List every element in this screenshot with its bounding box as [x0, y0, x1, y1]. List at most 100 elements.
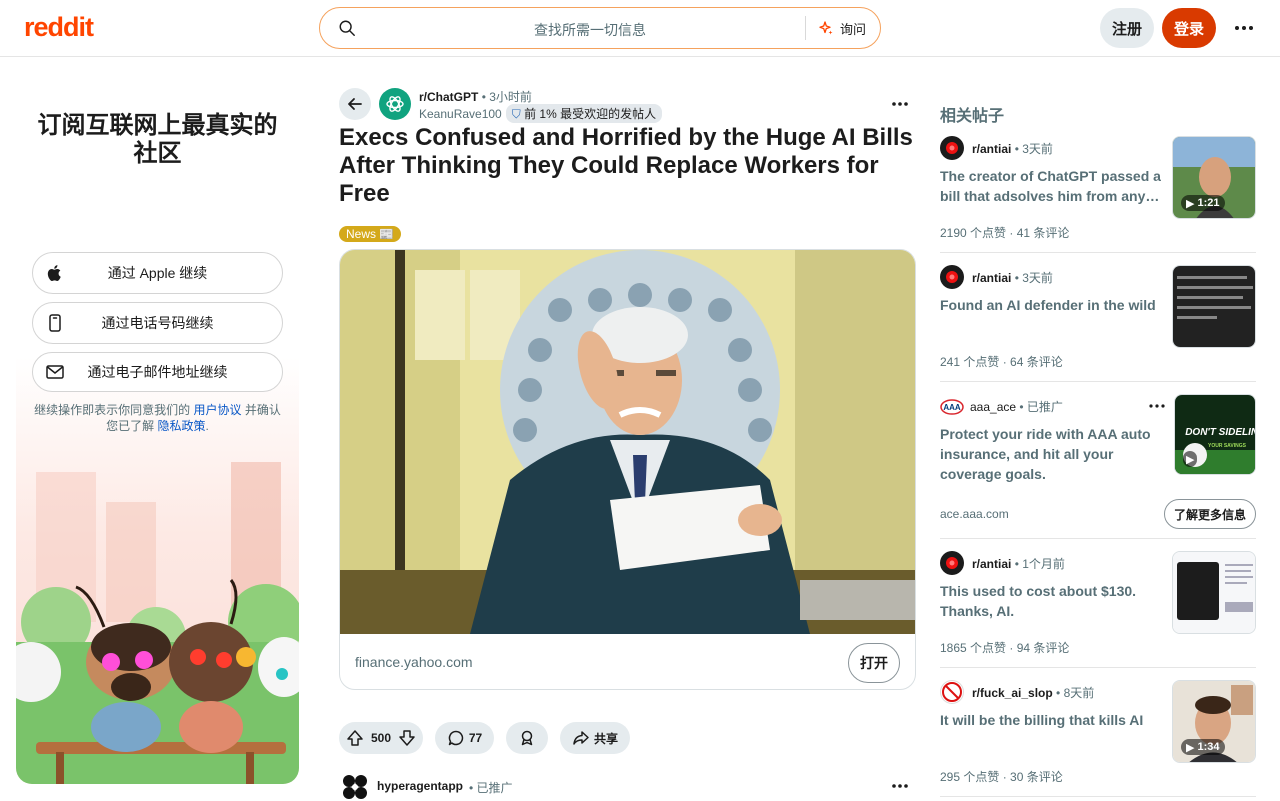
related-post[interactable]: r/antiai • 1个月前 This used to cost about …: [940, 551, 1256, 661]
ad-thumbnail[interactable]: DON'T SIDELINE YOUR SAVINGS ▶: [1174, 394, 1256, 475]
top-bar: reddit 查找所需一切信息 询问 注册 登录: [0, 0, 1280, 57]
video-duration: 1:21: [1197, 197, 1220, 209]
link-card[interactable]: finance.yahoo.com 打开: [339, 249, 916, 690]
share-button[interactable]: 共享: [560, 722, 630, 754]
subreddit-avatar: [940, 680, 964, 704]
promoted-post-tag: 已推广: [476, 781, 513, 795]
related-post-thumbnail[interactable]: [1172, 265, 1256, 348]
phone-continue-button[interactable]: 通过电话号码继续: [32, 302, 283, 344]
post-more-icon[interactable]: [888, 96, 912, 112]
related-post-comments: 64 条评论: [1010, 355, 1063, 369]
related-posts-title: 相关帖子: [940, 108, 1005, 125]
related-post-title[interactable]: This used to cost about $130. Thanks, AI…: [940, 581, 1162, 621]
subreddit-avatar: [940, 136, 964, 160]
ask-label: 询问: [840, 21, 867, 37]
search-icon: [339, 20, 355, 36]
more-options-icon[interactable]: [1232, 18, 1256, 38]
award-button[interactable]: [506, 722, 548, 754]
video-duration-badge: ▶ 1:21: [1181, 195, 1225, 211]
svg-text:AAA: AAA: [943, 403, 961, 412]
subreddit-avatar: [940, 551, 964, 575]
related-post-title[interactable]: Found an AI defender in the wild: [940, 295, 1162, 315]
related-post-upvotes: 1865 个点赞: [940, 641, 1007, 655]
product-thumbnail-image: [1173, 552, 1255, 633]
search-divider: [805, 16, 806, 40]
arrow-left-icon: [348, 98, 362, 110]
back-button[interactable]: [339, 88, 371, 120]
related-post-meta: r/fuck_ai_slop • 8天前: [972, 686, 1095, 700]
related-post-stats: 241 个点赞 · 64 条评论: [940, 355, 1063, 369]
promoted-related-post[interactable]: AAA aaa_ace • 已推广 Protect your ride with…: [940, 394, 1256, 532]
share-label: 共享: [593, 731, 618, 746]
related-post-title[interactable]: The creator of ChatGPT passed a bill tha…: [940, 166, 1162, 206]
post-author-line: KeanuRave100 ⛉ 前 1% 最受欢迎的发帖人: [419, 104, 663, 123]
open-link-button[interactable]: 打开: [848, 643, 900, 683]
related-post[interactable]: r/antiai • 3天前 The creator of ChatGPT pa…: [940, 136, 1256, 246]
search-bar[interactable]: 查找所需一切信息 询问: [319, 7, 881, 49]
ad-title[interactable]: Protect your ride with AAA auto insuranc…: [940, 424, 1162, 484]
promoted-more-icon[interactable]: [888, 780, 912, 792]
related-post[interactable]: r/fuck_ai_slop • 8天前 It will be the bill…: [940, 680, 1256, 790]
comment-icon: [448, 730, 464, 746]
downvote-icon[interactable]: [397, 728, 417, 748]
upvote-icon[interactable]: [345, 728, 365, 748]
screenshot-thumbnail-image: [1173, 266, 1255, 347]
divider: [940, 538, 1256, 539]
aaa-logo-icon: AAA: [940, 394, 964, 418]
promoted-post-name[interactable]: hyperagentapp: [377, 779, 463, 793]
apple-icon: [47, 265, 61, 281]
post-subreddit[interactable]: r/ChatGPT: [419, 90, 478, 104]
award-icon: [521, 730, 533, 746]
related-post-comments: 41 条评论: [1016, 226, 1070, 240]
login-button[interactable]: 登录: [1162, 8, 1216, 48]
ask-button[interactable]: 询问: [818, 16, 866, 40]
related-post-thumbnail[interactable]: [1172, 551, 1256, 634]
ad-image-subline: YOUR SAVINGS: [1208, 443, 1247, 449]
related-post-upvotes: 2190 个点赞: [940, 226, 1007, 240]
related-post-thumbnail[interactable]: ▶ 1:21: [1172, 136, 1256, 219]
signup-button[interactable]: 注册: [1100, 8, 1154, 48]
related-post-comments: 30 条评论: [1010, 770, 1063, 784]
related-post[interactable]: r/antiai • 3天前 Found an AI defender in t…: [940, 265, 1256, 375]
related-post-comments: 94 条评论: [1016, 641, 1070, 655]
promoted-post[interactable]: hyperagentapp • 已推广: [339, 770, 916, 800]
privacy-policy-link[interactable]: 隐私政策: [158, 419, 206, 433]
sparkle-icon: [819, 21, 833, 35]
related-post-subreddit[interactable]: r/antiai: [972, 557, 1011, 571]
author-flair: ⛉ 前 1% 最受欢迎的发帖人: [505, 104, 663, 123]
email-continue-label: 通过电子邮件地址继续: [87, 364, 228, 380]
search-placeholder: 查找所需一切信息: [534, 22, 646, 38]
related-post-time: 1个月前: [1022, 557, 1065, 571]
phone-icon: [49, 314, 61, 332]
phone-continue-label: 通过电话号码继续: [101, 315, 214, 331]
related-post-subreddit[interactable]: r/antiai: [972, 142, 1011, 156]
related-post-time: 3天前: [1022, 142, 1053, 156]
ad-image-headline: DON'T SIDELINE: [1185, 427, 1256, 438]
related-post-stats: 295 个点赞 · 30 条评论: [940, 770, 1063, 784]
related-post-meta: r/antiai • 1个月前: [972, 557, 1065, 571]
ad-domain[interactable]: ace.aaa.com: [940, 507, 1009, 521]
subreddit-avatar[interactable]: [379, 88, 411, 120]
divider: [940, 252, 1256, 253]
related-post-meta: aaa_ace • 已推广: [970, 400, 1063, 414]
post-author[interactable]: KeanuRave100: [419, 107, 502, 121]
related-post-meta: r/antiai • 3天前: [972, 142, 1053, 156]
terms-text: 继续操作即表示你同意我们的 用户协议 并确认您已了解 隐私政策.: [32, 402, 283, 434]
advertiser-name[interactable]: aaa_ace: [970, 400, 1016, 414]
user-agreement-link[interactable]: 用户协议: [193, 403, 241, 417]
apple-continue-button[interactable]: 通过 Apple 继续: [32, 252, 283, 294]
ad-more-icon[interactable]: [1145, 402, 1169, 410]
related-post-subreddit[interactable]: r/antiai: [972, 271, 1011, 285]
email-continue-button[interactable]: 通过电子邮件地址继续: [32, 352, 283, 392]
related-post-subreddit[interactable]: r/fuck_ai_slop: [972, 686, 1053, 700]
link-domain[interactable]: finance.yahoo.com: [355, 654, 473, 670]
learn-more-button[interactable]: 了解更多信息: [1164, 499, 1256, 529]
post-image: [340, 250, 915, 634]
post-title[interactable]: Execs Confused and Horrified by the Huge…: [339, 124, 919, 208]
post-flair[interactable]: News 📰: [339, 226, 402, 242]
related-post-thumbnail[interactable]: ▶ 1:34: [1172, 680, 1256, 763]
related-post-title[interactable]: It will be the billing that kills AI: [940, 710, 1162, 730]
video-duration-badge: ▶ 1:34: [1181, 739, 1225, 755]
comments-button[interactable]: 77: [435, 722, 494, 754]
reddit-logo[interactable]: reddit: [24, 12, 94, 43]
